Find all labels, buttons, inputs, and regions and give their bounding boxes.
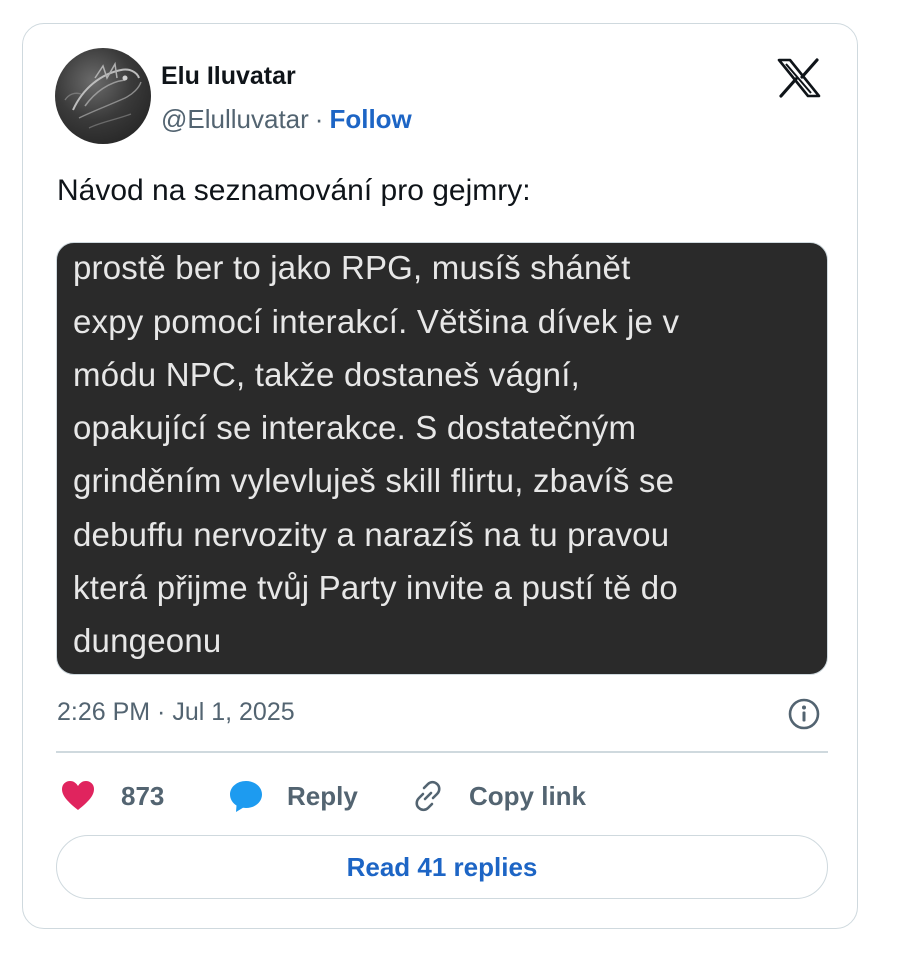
media-text-line: prostě ber to jako RPG, musíš shánět: [73, 249, 631, 286]
reply-button[interactable]: Reply: [227, 774, 358, 818]
author-handle[interactable]: @Elulluvatar: [161, 104, 309, 134]
reply-bubble-icon: [230, 781, 262, 812]
media-text-line: opakující se interakce. S dostatečným: [73, 409, 637, 446]
reply-label: Reply: [287, 780, 358, 811]
x-logo-icon[interactable]: [777, 58, 821, 98]
tweet-timestamp[interactable]: 2:26 PM · Jul 1, 2025: [57, 698, 295, 727]
like-button[interactable]: 873: [59, 774, 164, 818]
avatar-dragon-sketch-icon: [64, 61, 142, 129]
author-name[interactable]: Elu Iluvatar: [161, 62, 296, 91]
info-icon[interactable]: [787, 697, 821, 731]
media-text-line: grinděním vylevluješ skill flirtu, zbaví…: [73, 462, 675, 499]
heart-icon: [62, 781, 94, 810]
media-text-line: módu NPC, takže dostaneš vágní,: [73, 356, 580, 393]
copy-link-label: Copy link: [469, 780, 587, 811]
tweet-card: Elu Iluvatar @Elulluvatar · Follow Návod n…: [22, 23, 858, 929]
author-meta: @Elulluvatar · Follow: [161, 104, 412, 135]
like-count: 873: [121, 780, 165, 811]
follow-button[interactable]: Follow: [329, 104, 411, 134]
tweet-media-image[interactable]: prostě ber to jako RPG, musíš shánět exp…: [56, 242, 828, 675]
media-text-line: expy pomocí interakcí. Většina dívek je …: [73, 303, 680, 340]
link-icon: [415, 780, 441, 812]
read-replies-button[interactable]: Read 41 replies: [56, 835, 828, 899]
media-text-line: debuffu nervozity a narazíš na tu pravou: [73, 516, 670, 553]
media-text-line: dungeonu: [73, 622, 222, 659]
meta-separator: ·: [314, 104, 324, 134]
media-text-line: která přijme tvůj Party invite a pustí t…: [73, 569, 678, 606]
tweet-text: Návod na seznamování pro gejmry:: [57, 174, 531, 207]
copy-link-button[interactable]: Copy link: [409, 774, 586, 818]
divider: [56, 751, 828, 753]
author-avatar[interactable]: [55, 48, 151, 144]
